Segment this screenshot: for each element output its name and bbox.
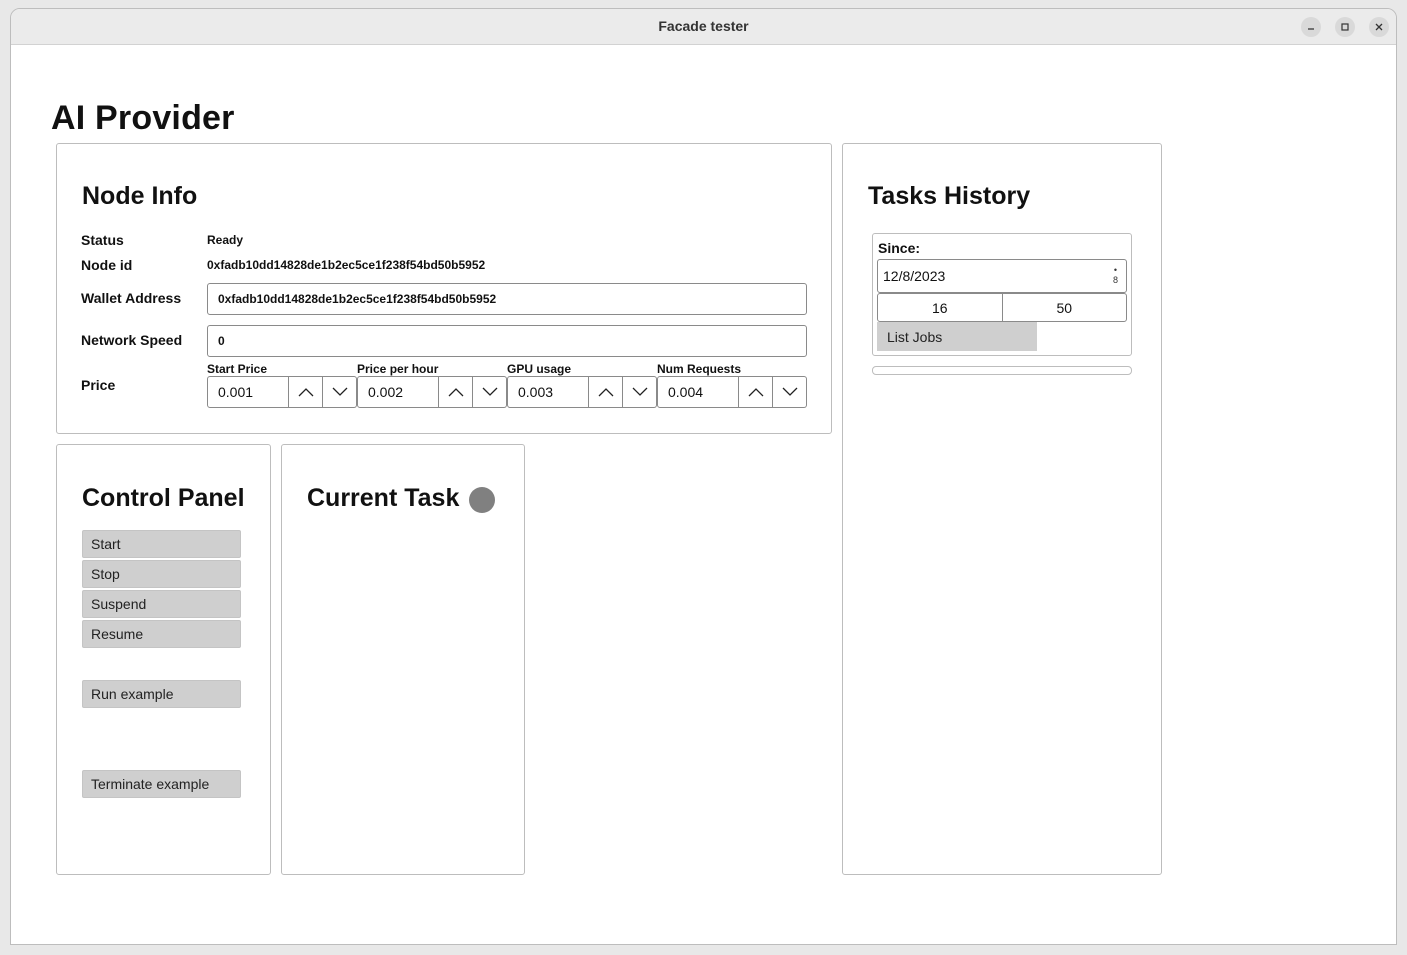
tasks-history-heading: Tasks History bbox=[868, 182, 1031, 210]
maximize-icon bbox=[1341, 23, 1349, 31]
start-price-stepper: 0.001 bbox=[207, 376, 357, 408]
maximize-button[interactable] bbox=[1335, 17, 1355, 37]
start-price-label: Start Price bbox=[207, 362, 268, 376]
wallet-address-label: Wallet Address bbox=[81, 290, 182, 306]
app-window: Facade tester AI Provider Node Info Stat… bbox=[10, 8, 1397, 945]
run-example-button[interactable]: Run example bbox=[82, 680, 241, 708]
window-title: Facade tester bbox=[658, 18, 749, 34]
node-info-heading: Node Info bbox=[82, 182, 198, 210]
wallet-address-input[interactable]: 0xfadb10dd14828de1b2ec5ce1f238f54bd50b59… bbox=[207, 283, 807, 315]
start-price-decrement-button[interactable] bbox=[323, 376, 357, 408]
start-price-increment-button[interactable] bbox=[289, 376, 323, 408]
start-price-input[interactable]: 0.001 bbox=[207, 376, 289, 408]
status-label: Status bbox=[81, 232, 124, 248]
chevron-up-icon bbox=[598, 388, 613, 397]
date-input[interactable]: 12/8/2023 • 8 bbox=[877, 259, 1127, 293]
price-per-hour-stepper: 0.002 bbox=[357, 376, 507, 408]
list-jobs-button[interactable]: List Jobs bbox=[877, 322, 1037, 351]
num-requests-label: Num Requests bbox=[657, 362, 742, 376]
task-status-indicator bbox=[469, 487, 495, 513]
title-bar: Facade tester bbox=[11, 9, 1396, 45]
current-task-panel: Current Task bbox=[281, 444, 525, 875]
time-input: 16 50 bbox=[877, 293, 1127, 322]
chevron-up-icon bbox=[298, 388, 313, 397]
stop-button[interactable]: Stop bbox=[82, 560, 241, 588]
gpu-usage-label: GPU usage bbox=[507, 362, 572, 376]
network-speed-input[interactable]: 0 bbox=[207, 325, 807, 357]
resume-button[interactable]: Resume bbox=[82, 620, 241, 648]
close-icon bbox=[1375, 23, 1383, 31]
terminate-example-button[interactable]: Terminate example bbox=[82, 770, 241, 798]
gpu-usage-decrement-button[interactable] bbox=[623, 376, 657, 408]
control-panel: Control Panel Start Stop Suspend Resume … bbox=[56, 444, 271, 875]
hour-input[interactable]: 16 bbox=[878, 294, 1003, 321]
date-spinner-value: 8 bbox=[1112, 275, 1118, 285]
price-per-hour-label: Price per hour bbox=[357, 362, 439, 376]
control-panel-heading: Control Panel bbox=[82, 484, 245, 512]
status-value: Ready bbox=[207, 233, 244, 247]
minimize-button[interactable] bbox=[1301, 17, 1321, 37]
node-id-value: 0xfadb10dd14828de1b2ec5ce1f238f54bd50b59… bbox=[207, 258, 486, 272]
jobs-progress-bar bbox=[872, 366, 1132, 375]
gpu-usage-increment-button[interactable] bbox=[589, 376, 623, 408]
chevron-down-icon bbox=[632, 387, 647, 396]
num-requests-stepper: 0.004 bbox=[657, 376, 807, 408]
chevron-up-icon bbox=[748, 388, 763, 397]
since-label: Since: bbox=[878, 240, 921, 256]
price-per-hour-decrement-button[interactable] bbox=[473, 376, 507, 408]
start-button[interactable]: Start bbox=[82, 530, 241, 558]
since-filter-box: Since: 12/8/2023 • 8 16 50 List Jobs bbox=[872, 233, 1132, 356]
chevron-down-icon bbox=[482, 387, 497, 396]
gpu-usage-stepper: 0.003 bbox=[507, 376, 657, 408]
minimize-icon bbox=[1308, 28, 1314, 30]
date-value: 12/8/2023 bbox=[883, 268, 946, 284]
page-title: AI Provider bbox=[51, 99, 235, 137]
price-per-hour-input[interactable]: 0.002 bbox=[357, 376, 439, 408]
price-per-hour-increment-button[interactable] bbox=[439, 376, 473, 408]
close-button[interactable] bbox=[1369, 17, 1389, 37]
main-content: AI Provider Node Info Status Ready Node … bbox=[11, 45, 1396, 944]
num-requests-increment-button[interactable] bbox=[739, 376, 773, 408]
node-info-panel: Node Info Status Ready Node id 0xfadb10d… bbox=[56, 143, 832, 434]
minute-input[interactable]: 50 bbox=[1003, 294, 1127, 321]
node-id-label: Node id bbox=[81, 257, 133, 273]
chevron-down-icon bbox=[332, 387, 347, 396]
chevron-up-icon bbox=[448, 388, 463, 397]
network-speed-label: Network Speed bbox=[81, 332, 183, 348]
price-label: Price bbox=[81, 377, 116, 393]
num-requests-input[interactable]: 0.004 bbox=[657, 376, 739, 408]
chevron-down-icon bbox=[782, 387, 797, 396]
current-task-heading: Current Task bbox=[307, 484, 460, 512]
suspend-button[interactable]: Suspend bbox=[82, 590, 241, 618]
num-requests-decrement-button[interactable] bbox=[773, 376, 807, 408]
gpu-usage-input[interactable]: 0.003 bbox=[507, 376, 589, 408]
tasks-history-panel: Tasks History Since: 12/8/2023 • 8 16 50 … bbox=[842, 143, 1162, 875]
date-spinner[interactable]: • 8 bbox=[1113, 265, 1118, 285]
